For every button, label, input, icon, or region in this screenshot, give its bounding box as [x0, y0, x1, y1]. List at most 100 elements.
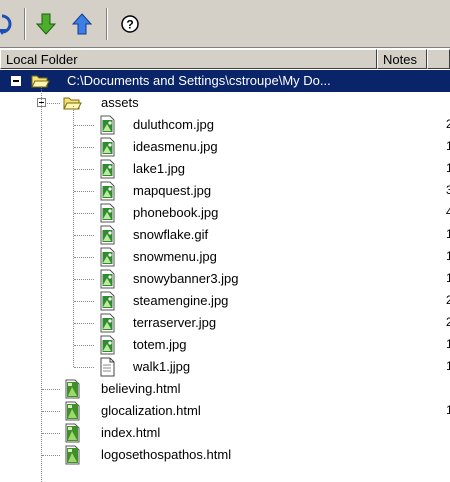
truncated-column-value: 1: [446, 227, 450, 241]
truncated-column-value: 1: [446, 403, 450, 417]
tree-row-file[interactable]: believing.html: [0, 378, 450, 400]
truncated-column-value: 3: [446, 183, 450, 197]
tree-row-file[interactable]: duluthcom.jpg 2: [0, 114, 450, 136]
image-file-icon: [100, 159, 115, 179]
tree-connector-horizontal: [74, 235, 94, 236]
tree-connector-horizontal: [74, 367, 94, 368]
refresh-button[interactable]: [0, 11, 16, 37]
truncated-column-value: 2: [446, 117, 450, 131]
file-name-label: snowflake.gif: [133, 227, 209, 242]
truncated-column-value: 1: [446, 161, 450, 175]
truncated-column-value: 2: [446, 315, 450, 329]
truncated-column-value: 1: [446, 337, 450, 351]
get-button[interactable]: [34, 11, 58, 37]
column-header-extra[interactable]: [427, 49, 450, 69]
tree-connector-horizontal: [42, 455, 60, 456]
image-file-icon: [100, 291, 115, 311]
image-file-icon: [100, 203, 115, 223]
collapse-toggle[interactable]: [11, 76, 21, 86]
tree-connector-horizontal: [74, 301, 94, 302]
tree-row-file[interactable]: mapquest.jpg 3: [0, 180, 450, 202]
tree-row-root[interactable]: C:\Documents and Settings\cstroupe\My Do…: [0, 70, 450, 92]
tree-connector-horizontal: [74, 213, 94, 214]
tree-row-file[interactable]: snowmenu.jpg 1: [0, 246, 450, 268]
assets-folder-label: assets: [101, 95, 139, 110]
tree-connector-horizontal: [74, 125, 94, 126]
image-file-icon: [100, 181, 115, 201]
toolbar-separator: [24, 8, 26, 40]
html-file-icon: [65, 423, 80, 443]
file-name-label: walk1.jjpg: [133, 359, 191, 374]
file-name-label: phonebook.jpg: [133, 205, 219, 220]
column-header-notes[interactable]: Notes: [377, 49, 427, 69]
file-name-label: index.html: [101, 425, 161, 440]
tree-row-file[interactable]: glocalization.html 1: [0, 400, 450, 422]
tree-connector-horizontal: [74, 147, 94, 148]
file-name-label: ideasmenu.jpg: [133, 139, 218, 154]
toolbar: ?: [0, 0, 450, 48]
image-file-icon: [100, 313, 115, 333]
file-tree: C:\Documents and Settings\cstroupe\My Do…: [0, 70, 450, 482]
put-button[interactable]: [70, 11, 94, 37]
help-button[interactable]: ?: [118, 11, 142, 37]
generic-file-icon: [100, 357, 115, 377]
truncated-column-value: 1: [446, 139, 450, 153]
column-header-local-folder[interactable]: Local Folder: [0, 49, 377, 69]
html-file-icon: [65, 401, 80, 421]
tree-row-file[interactable]: snowybanner3.jpg 1: [0, 268, 450, 290]
put-up-arrow-icon: [71, 13, 93, 35]
image-file-icon: [100, 115, 115, 135]
file-name-label: totem.jpg: [133, 337, 187, 352]
file-name-label: duluthcom.jpg: [133, 117, 214, 132]
file-name-label: snowmenu.jpg: [133, 249, 217, 264]
tree-row-assets-folder[interactable]: assets: [0, 92, 450, 114]
image-file-icon: [100, 335, 115, 355]
truncated-column-value: 1: [446, 359, 450, 373]
tree-connector-horizontal: [42, 389, 60, 390]
tree-connector-vertical: [73, 106, 74, 367]
html-file-icon: [65, 379, 80, 399]
root-folder-label: C:\Documents and Settings\cstroupe\My Do…: [67, 73, 331, 88]
refresh-icon: [0, 14, 12, 35]
get-down-arrow-icon: [35, 13, 57, 35]
tree-connector-horizontal: [74, 279, 94, 280]
tree-connector-horizontal: [74, 169, 94, 170]
file-name-label: believing.html: [101, 381, 181, 396]
truncated-column-value: 1: [446, 249, 450, 263]
toolbar-separator: [106, 8, 108, 40]
tree-connector-horizontal: [74, 257, 94, 258]
truncated-column-value: 2: [446, 293, 450, 307]
image-file-icon: [100, 269, 115, 289]
file-name-label: snowybanner3.jpg: [133, 271, 239, 286]
tree-row-file[interactable]: logosethospathos.html: [0, 444, 450, 466]
open-folder-icon: [31, 75, 50, 88]
tree-row-file[interactable]: steamengine.jpg 2: [0, 290, 450, 312]
tree-row-file[interactable]: phonebook.jpg 4: [0, 202, 450, 224]
file-name-label: logosethospathos.html: [101, 447, 232, 462]
tree-connector-vertical: [41, 86, 42, 482]
tree-row-file[interactable]: walk1.jjpg 1: [0, 356, 450, 378]
tree-connector-horizontal: [42, 433, 60, 434]
tree-row-file[interactable]: ideasmenu.jpg 1: [0, 136, 450, 158]
tree-row-file[interactable]: totem.jpg 1: [0, 334, 450, 356]
truncated-column-value: 1: [446, 271, 450, 285]
image-file-icon: [100, 247, 115, 267]
file-name-label: terraserver.jpg: [133, 315, 217, 330]
tree-row-file[interactable]: lake1.jpg 1: [0, 158, 450, 180]
tree-row-file[interactable]: index.html: [0, 422, 450, 444]
file-name-label: glocalization.html: [101, 403, 201, 418]
tree-connector-horizontal: [47, 103, 60, 104]
tree-row-file[interactable]: snowflake.gif 1: [0, 224, 450, 246]
tree-row-file[interactable]: terraserver.jpg 2: [0, 312, 450, 334]
file-name-label: mapquest.jpg: [133, 183, 212, 198]
image-file-icon: [100, 225, 115, 245]
html-file-icon: [65, 445, 80, 465]
help-icon: ?: [121, 15, 139, 33]
truncated-column-value: 4: [446, 205, 450, 219]
file-name-label: lake1.jpg: [133, 161, 186, 176]
image-file-icon: [100, 137, 115, 157]
file-name-label: steamengine.jpg: [133, 293, 229, 308]
tree-connector-horizontal: [74, 323, 94, 324]
tree-connector-horizontal: [42, 411, 60, 412]
tree-connector-horizontal: [74, 191, 94, 192]
